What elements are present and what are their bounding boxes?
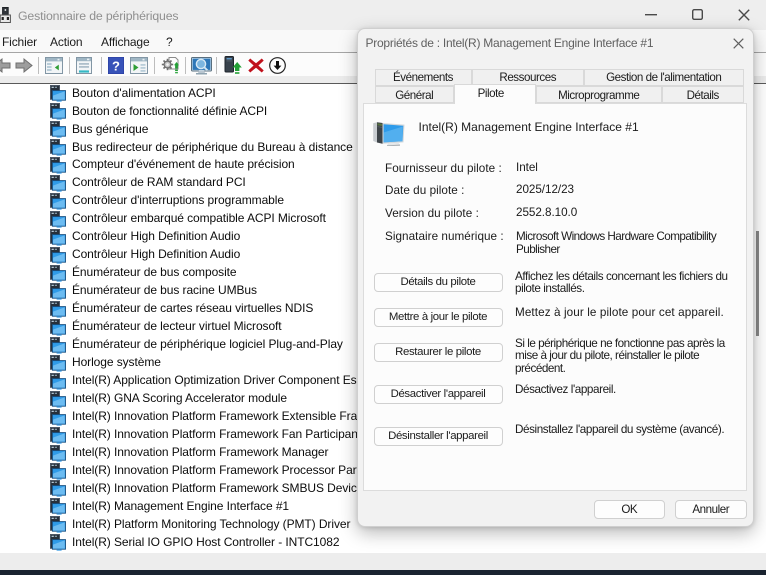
svg-text:?: ? bbox=[112, 59, 120, 74]
